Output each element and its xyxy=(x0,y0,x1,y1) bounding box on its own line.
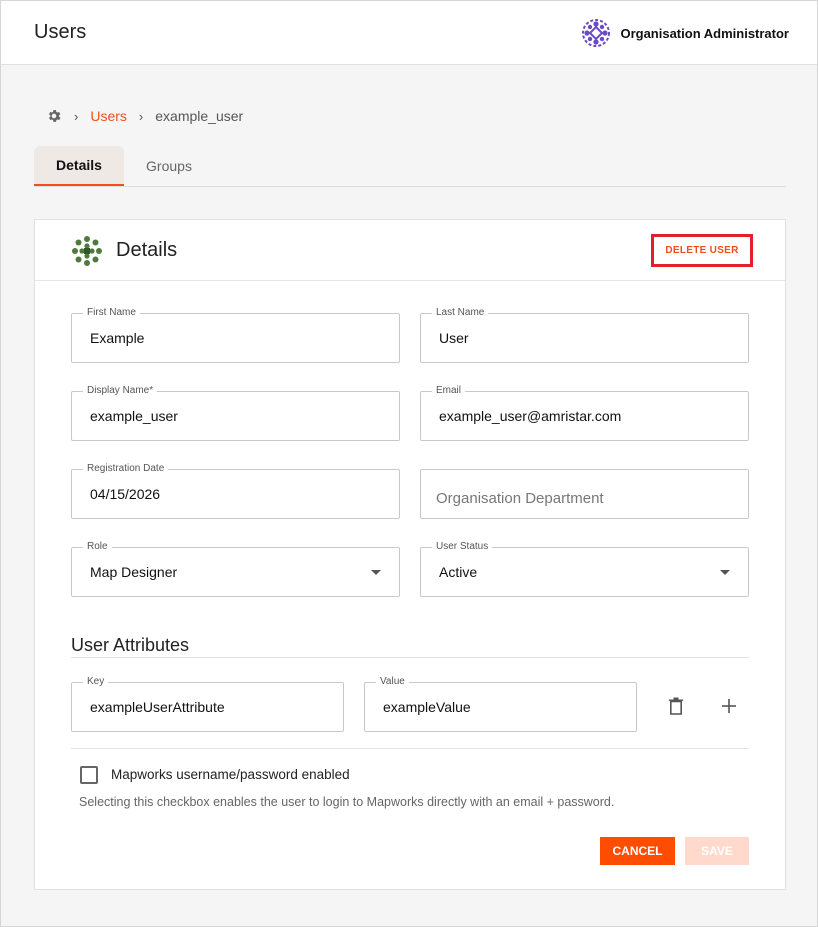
department-field[interactable]: Organisation Department xyxy=(420,469,749,519)
display-name-value: example_user xyxy=(90,408,178,424)
org-switcher[interactable]: Organisation Administrator xyxy=(580,17,789,49)
attribute-key-value: exampleUserAttribute xyxy=(90,699,225,715)
divider xyxy=(71,748,749,749)
delete-user-button[interactable]: DELETE USER xyxy=(651,234,753,267)
role-label: Role xyxy=(83,541,112,553)
mapworks-helper-text: Selecting this checkbox enables the user… xyxy=(79,795,615,809)
breadcrumb-current: example_user xyxy=(155,108,244,124)
org-label: Organisation Administrator xyxy=(620,25,789,41)
user-status-select[interactable]: User Status Active xyxy=(420,541,749,597)
page-title: Users xyxy=(34,21,87,43)
plus-icon xyxy=(722,699,736,713)
mapworks-login-checkbox[interactable] xyxy=(80,766,98,784)
app-frame: Users Organisation Administrator › Users… xyxy=(0,0,818,927)
user-status-value: Active xyxy=(439,564,478,580)
caret-down-icon xyxy=(720,570,730,575)
role-value: Map Designer xyxy=(90,564,178,580)
first-name-field[interactable]: First Name Example xyxy=(71,307,400,363)
attribute-value-value: exampleValue xyxy=(383,699,471,715)
user-attributes-title: User Attributes xyxy=(71,635,190,655)
attribute-key-label: Key xyxy=(83,676,109,688)
attribute-value-label: Value xyxy=(376,676,409,688)
breadcrumb: › Users › example_user xyxy=(46,106,243,126)
card-title: Details xyxy=(116,239,178,261)
user-status-label: User Status xyxy=(432,541,493,553)
registration-date-field[interactable]: Registration Date 04/15/2026 xyxy=(71,463,400,519)
caret-down-icon xyxy=(371,570,381,575)
display-name-label: Display Name* xyxy=(83,385,158,397)
first-name-value: Example xyxy=(90,330,145,346)
tab-groups[interactable]: Groups xyxy=(124,146,214,186)
divider xyxy=(71,657,749,658)
gear-icon[interactable] xyxy=(46,108,62,124)
breadcrumb-separator: › xyxy=(138,108,144,124)
last-name-field[interactable]: Last Name User xyxy=(420,307,749,363)
registration-date-value: 04/15/2026 xyxy=(90,486,161,502)
email-label: Email xyxy=(432,385,466,397)
last-name-value: User xyxy=(439,330,469,346)
org-logo-icon xyxy=(582,19,611,47)
display-name-field[interactable]: Display Name* example_user xyxy=(71,385,400,441)
attribute-value-field[interactable]: Value exampleValue xyxy=(364,676,637,732)
save-button[interactable]: SAVE xyxy=(685,837,749,865)
mapworks-login-label: Mapworks username/password enabled xyxy=(111,767,350,782)
breadcrumb-separator: › xyxy=(74,108,79,124)
card-logo-icon xyxy=(72,236,102,266)
delete-attribute-button[interactable] xyxy=(664,694,688,718)
first-name-label: First Name xyxy=(83,307,140,319)
cancel-button[interactable]: CANCEL xyxy=(600,837,675,865)
add-attribute-button[interactable] xyxy=(717,694,741,718)
tab-bar: Details Groups xyxy=(34,146,786,187)
role-select[interactable]: Role Map Designer xyxy=(71,541,400,597)
top-bar: Users Organisation Administrator xyxy=(1,1,817,65)
trash-icon xyxy=(669,697,683,715)
email-field[interactable]: Email example_user@amristar.com xyxy=(420,385,749,441)
details-card: Details DELETE USER First Name Example L… xyxy=(34,219,786,890)
tab-details[interactable]: Details xyxy=(34,146,124,186)
email-value: example_user@amristar.com xyxy=(439,408,622,424)
registration-date-label: Registration Date xyxy=(83,463,169,475)
department-placeholder: Organisation Department xyxy=(436,490,604,507)
card-header: Details DELETE USER xyxy=(35,220,785,281)
breadcrumb-users-link[interactable]: Users xyxy=(90,108,127,124)
attribute-key-field[interactable]: Key exampleUserAttribute xyxy=(71,676,344,732)
last-name-label: Last Name xyxy=(432,307,489,319)
